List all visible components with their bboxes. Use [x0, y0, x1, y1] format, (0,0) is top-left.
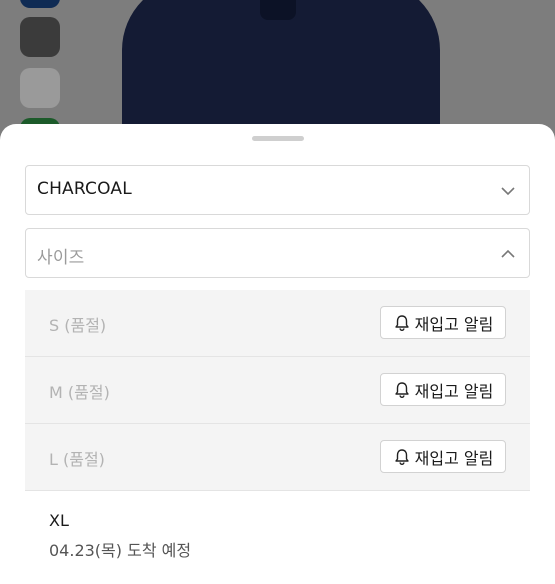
size-option-label: XL — [49, 511, 69, 530]
arrival-date-text: 04.23(목) 도착 예정 — [49, 541, 192, 560]
option-bottom-sheet: CHARCOAL 사이즈 S (품절) 재입고 알림 M (품절) 재입고 알림… — [0, 124, 555, 584]
restock-alert-button[interactable]: 재입고 알림 — [380, 440, 506, 473]
size-option-xl[interactable]: XL 04.23(목) 도착 예정 — [25, 491, 530, 571]
restock-alert-button[interactable]: 재입고 알림 — [380, 306, 506, 339]
size-option-m: M (품절) 재입고 알림 — [25, 357, 530, 424]
color-select-value: CHARCOAL — [37, 179, 132, 199]
size-option-l: L (품절) 재입고 알림 — [25, 424, 530, 491]
size-option-label: M (품절) — [49, 383, 110, 402]
chevron-up-icon — [501, 249, 515, 258]
product-collar — [260, 0, 296, 20]
color-swatch-navy[interactable] — [20, 0, 60, 8]
size-option-s: S (품절) 재입고 알림 — [25, 290, 530, 357]
restock-alert-label: 재입고 알림 — [414, 381, 494, 401]
size-select[interactable]: 사이즈 — [25, 228, 530, 278]
restock-alert-label: 재입고 알림 — [414, 448, 494, 468]
chevron-down-icon — [501, 187, 515, 196]
bell-icon — [394, 448, 409, 465]
size-option-list: S (품절) 재입고 알림 M (품절) 재입고 알림 L (품절) 재입고 알… — [25, 290, 530, 571]
size-select-placeholder: 사이즈 — [37, 248, 85, 268]
bell-icon — [394, 381, 409, 398]
size-option-label: L (품절) — [49, 450, 105, 469]
restock-alert-button[interactable]: 재입고 알림 — [380, 373, 506, 406]
sheet-grabber[interactable] — [252, 136, 304, 141]
bell-icon — [394, 314, 409, 331]
size-option-label: S (품절) — [49, 316, 107, 335]
restock-alert-label: 재입고 알림 — [414, 314, 494, 334]
color-select[interactable]: CHARCOAL — [25, 165, 530, 215]
color-swatch-charcoal[interactable] — [20, 17, 60, 57]
color-swatch-light-gray[interactable] — [20, 68, 60, 108]
